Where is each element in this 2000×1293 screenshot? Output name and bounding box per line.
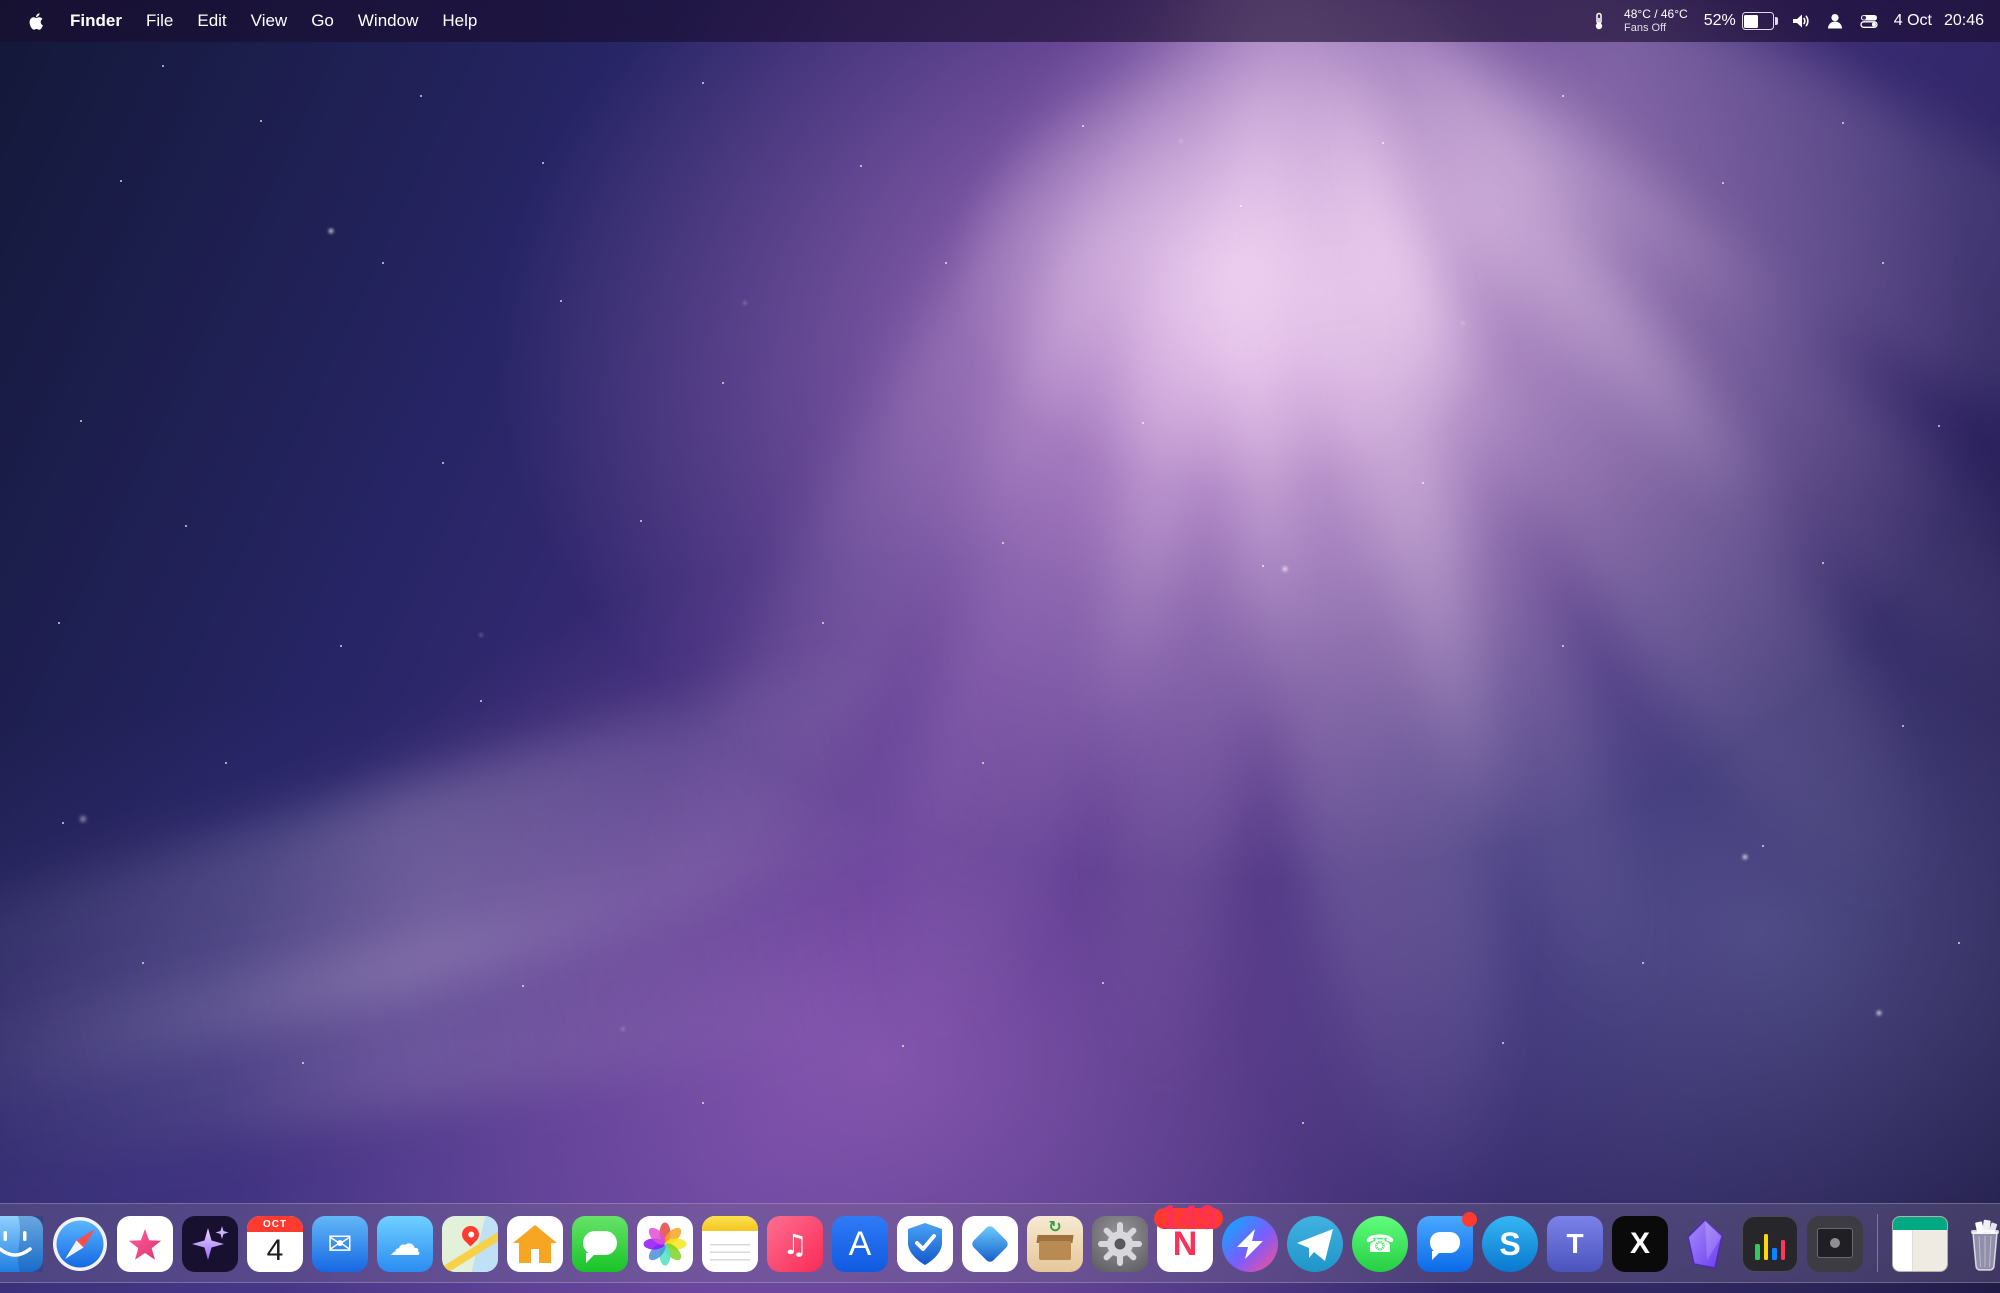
menu-window[interactable]: Window (346, 0, 430, 42)
menu-bar: Finder File Edit View Go Window Help 48°… (0, 0, 2000, 42)
dock-icon-sparkle-app[interactable] (182, 1216, 238, 1272)
dock-icon-news[interactable]: 149 N (1157, 1216, 1213, 1272)
menu-date: 4 Oct (1894, 12, 1932, 30)
menu-time: 20:46 (1944, 12, 1984, 30)
menu-bar-status: 48°C / 46°C Fans Off 52% 4 Oct 20:46 (1590, 8, 2000, 34)
recycle-arrow-icon: ↻ (1027, 1217, 1083, 1236)
menu-app-name[interactable]: Finder (58, 0, 134, 42)
sparkle-icon (182, 1216, 238, 1272)
dock-icon-x-twitter[interactable]: X (1612, 1216, 1668, 1272)
dock-icon-music[interactable]: ♫ (767, 1216, 823, 1272)
dock-icon-skype[interactable]: S (1482, 1216, 1538, 1272)
apple-logo-icon (28, 13, 44, 30)
volume-icon[interactable] (1790, 12, 1810, 30)
desktop-wallpaper[interactable] (0, 0, 2000, 1293)
calendar-day-number: 4 (247, 1232, 303, 1270)
app-store-a-glyph: A (849, 1225, 872, 1264)
notification-badge-dot (1462, 1212, 1477, 1227)
dock-icon-weather-cloud[interactable]: ☁ (377, 1216, 433, 1272)
temperature-status[interactable]: 48°C / 46°C Fans Off (1624, 8, 1688, 34)
house-icon (507, 1216, 563, 1272)
cloud-icon: ☁ (389, 1225, 421, 1263)
dock-icon-teams[interactable]: T (1547, 1216, 1603, 1272)
speech-bubble-tail (1432, 1251, 1441, 1260)
temperature-value: 48°C / 46°C (1624, 8, 1688, 22)
user-account-icon[interactable] (1826, 12, 1844, 30)
dock-minimized-window[interactable] (1892, 1216, 1948, 1272)
apple-menu-icon[interactable] (14, 13, 58, 30)
music-note-icon: ♫ (782, 1228, 807, 1261)
dock-icon-shield-security[interactable] (897, 1216, 953, 1272)
box-icon (1039, 1241, 1071, 1260)
shield-icon (897, 1216, 953, 1272)
speech-bubble-tail (586, 1253, 596, 1263)
battery-icon (1742, 12, 1774, 30)
fan-status: Fans Off (1624, 22, 1688, 35)
speech-bubble-icon (583, 1231, 617, 1255)
notes-yellow-band (702, 1216, 758, 1231)
menu-bar-left: Finder File Edit View Go Window Help (0, 0, 489, 42)
menu-edit[interactable]: Edit (185, 0, 238, 42)
dock-icon-messenger[interactable] (1222, 1216, 1278, 1272)
dock: OCT 4 ✉ ☁ (0, 1203, 2000, 1283)
lens-dot-icon (1830, 1238, 1840, 1248)
menu-file[interactable]: File (134, 0, 185, 42)
paper-plane-icon (1287, 1216, 1343, 1272)
compass-icon (52, 1216, 108, 1272)
envelope-icon: ✉ (327, 1227, 352, 1262)
dock-icon-maps[interactable] (442, 1216, 498, 1272)
pink-star-icon (117, 1216, 173, 1272)
thermometer-icon[interactable] (1590, 12, 1608, 30)
finder-face-icon (0, 1216, 43, 1272)
diamond-icon (970, 1224, 1010, 1264)
notification-badge: 149 (1154, 1208, 1223, 1229)
control-center-icon[interactable] (1860, 12, 1878, 30)
trash-can-icon (1957, 1216, 2000, 1272)
gear-icon (1092, 1216, 1148, 1272)
crystal-gem-icon (1677, 1216, 1733, 1272)
dock-icon-mail[interactable]: ✉ (312, 1216, 368, 1272)
window-titlebar (1893, 1217, 1947, 1230)
skype-s-glyph: S (1499, 1226, 1520, 1263)
speech-bubble-icon (1430, 1232, 1460, 1253)
dock-icon-telegram[interactable] (1287, 1216, 1343, 1272)
calendar-month-label: OCT (247, 1216, 303, 1232)
dock-icon-trash[interactable] (1957, 1216, 2000, 1272)
dock-icon-dark-media-app[interactable] (1807, 1216, 1863, 1272)
x-glyph: X (1630, 1227, 1650, 1261)
dock-icon-home[interactable] (507, 1216, 563, 1272)
dock-icon-finder[interactable] (0, 1216, 43, 1272)
dock-icon-pink-star-app[interactable] (117, 1216, 173, 1272)
lightning-bolt-icon (1222, 1216, 1278, 1272)
dock-icon-obsidian[interactable] (1677, 1216, 1733, 1272)
dock-icon-notes[interactable] (702, 1216, 758, 1272)
dock-icon-chat[interactable] (1417, 1216, 1473, 1272)
battery-percent: 52% (1704, 12, 1736, 30)
phone-icon: ☎ (1365, 1230, 1395, 1258)
menu-view[interactable]: View (239, 0, 300, 42)
dock-separator (1877, 1214, 1878, 1272)
dock-icon-app-store[interactable]: A (832, 1216, 888, 1272)
window-sidebar (1893, 1230, 1913, 1271)
pinwheel-icon (637, 1216, 693, 1272)
menu-go[interactable]: Go (299, 0, 346, 42)
clock[interactable]: 4 Oct 20:46 (1894, 12, 1984, 30)
dock-icon-whatsapp[interactable]: ☎ (1352, 1216, 1408, 1272)
menu-help[interactable]: Help (430, 0, 489, 42)
teams-t-glyph: T (1566, 1228, 1583, 1260)
dock-icon-system-settings[interactable] (1092, 1216, 1148, 1272)
battery-status[interactable]: 52% (1704, 12, 1774, 30)
notes-lines (710, 1238, 750, 1266)
dock-icon-system-monitor[interactable] (1742, 1216, 1798, 1272)
dock-icon-calendar[interactable]: OCT 4 (247, 1216, 303, 1272)
dock-icon-diamond-app[interactable] (962, 1216, 1018, 1272)
dock-icon-safari[interactable] (52, 1216, 108, 1272)
dock-icon-messages[interactable] (572, 1216, 628, 1272)
dock-icon-uninstaller-box[interactable]: ↻ (1027, 1216, 1083, 1272)
graph-bars-icon (1755, 1234, 1785, 1260)
dock-icon-photos[interactable] (637, 1216, 693, 1272)
